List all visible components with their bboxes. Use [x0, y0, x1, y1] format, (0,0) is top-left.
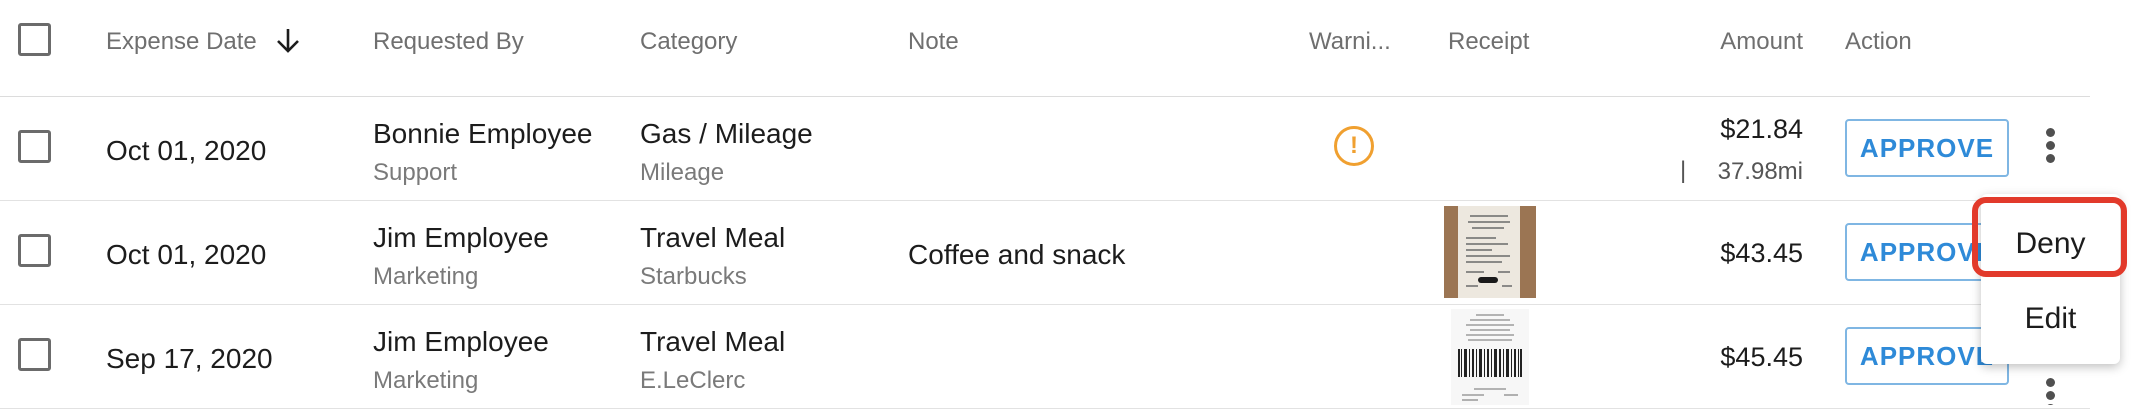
category-name: Travel Meal [640, 326, 786, 357]
more-options-icon[interactable] [2040, 125, 2060, 171]
requester-department: Support [373, 159, 458, 186]
column-header-amount[interactable]: Amount [1720, 28, 1803, 56]
expense-table: Expense Date Requested By Category Note … [0, 0, 2090, 409]
column-header-expense-date[interactable]: Expense Date [106, 28, 257, 56]
subcategory-name: Mileage [640, 159, 725, 186]
table-header: Expense Date Requested By Category Note … [0, 0, 2090, 97]
subcategory-name: Starbucks [640, 263, 747, 290]
category-name: Gas / Mileage [640, 118, 813, 149]
requester-department: Marketing [373, 367, 479, 394]
amount-value: $43.45 [1720, 238, 1803, 268]
expense-date: Sep 17, 2020 [106, 343, 273, 374]
row-checkbox[interactable] [18, 234, 51, 267]
more-options-icon[interactable] [2040, 375, 2060, 405]
expense-date: Oct 01, 2020 [106, 239, 267, 270]
expense-note: Coffee and snack [908, 239, 1126, 270]
requester-department: Marketing [373, 263, 479, 290]
column-header-category[interactable]: Category [640, 28, 737, 56]
row-checkbox[interactable] [18, 130, 51, 163]
column-header-receipt[interactable]: Receipt [1448, 28, 1529, 56]
expense-date: Oct 01, 2020 [106, 135, 267, 166]
approve-button[interactable]: APPROVE [1845, 119, 2009, 177]
select-all-checkbox[interactable] [18, 23, 51, 56]
row-checkbox[interactable] [18, 338, 51, 371]
exclamation-circle-icon[interactable]: ! [1334, 126, 1374, 166]
requester-name: Jim Employee [373, 326, 549, 357]
column-header-action: Action [1845, 28, 1912, 55]
menu-item-edit[interactable]: Edit [1981, 284, 2120, 354]
subcategory-name: E.LeClerc [640, 367, 746, 394]
sort-descending-icon[interactable] [273, 26, 303, 56]
row-action-menu: Deny Edit [1981, 194, 2120, 364]
table-row[interactable]: Oct 01, 2020 Jim Employee Marketing Trav… [0, 201, 2090, 305]
requester-name: Bonnie Employee [373, 118, 593, 149]
mileage-value: 37.98mi [1717, 158, 1803, 185]
column-header-requested-by[interactable]: Requested By [373, 28, 524, 56]
receipt-thumbnail[interactable] [1444, 206, 1536, 298]
amount-value: $45.45 [1720, 342, 1803, 372]
column-header-note[interactable]: Note [908, 28, 959, 56]
menu-item-deny[interactable]: Deny [1981, 204, 2120, 284]
receipt-thumbnail[interactable] [1448, 309, 1532, 405]
amount-separator: | [1680, 157, 1687, 184]
amount-value: $21.84 [1720, 114, 1803, 144]
requester-name: Jim Employee [373, 222, 549, 253]
column-header-warning[interactable]: Warni... [1309, 28, 1391, 56]
table-row[interactable]: Sep 17, 2020 Jim Employee Marketing Trav… [0, 305, 2090, 409]
table-row[interactable]: Oct 01, 2020 Bonnie Employee Support Gas… [0, 97, 2090, 201]
category-name: Travel Meal [640, 222, 786, 253]
